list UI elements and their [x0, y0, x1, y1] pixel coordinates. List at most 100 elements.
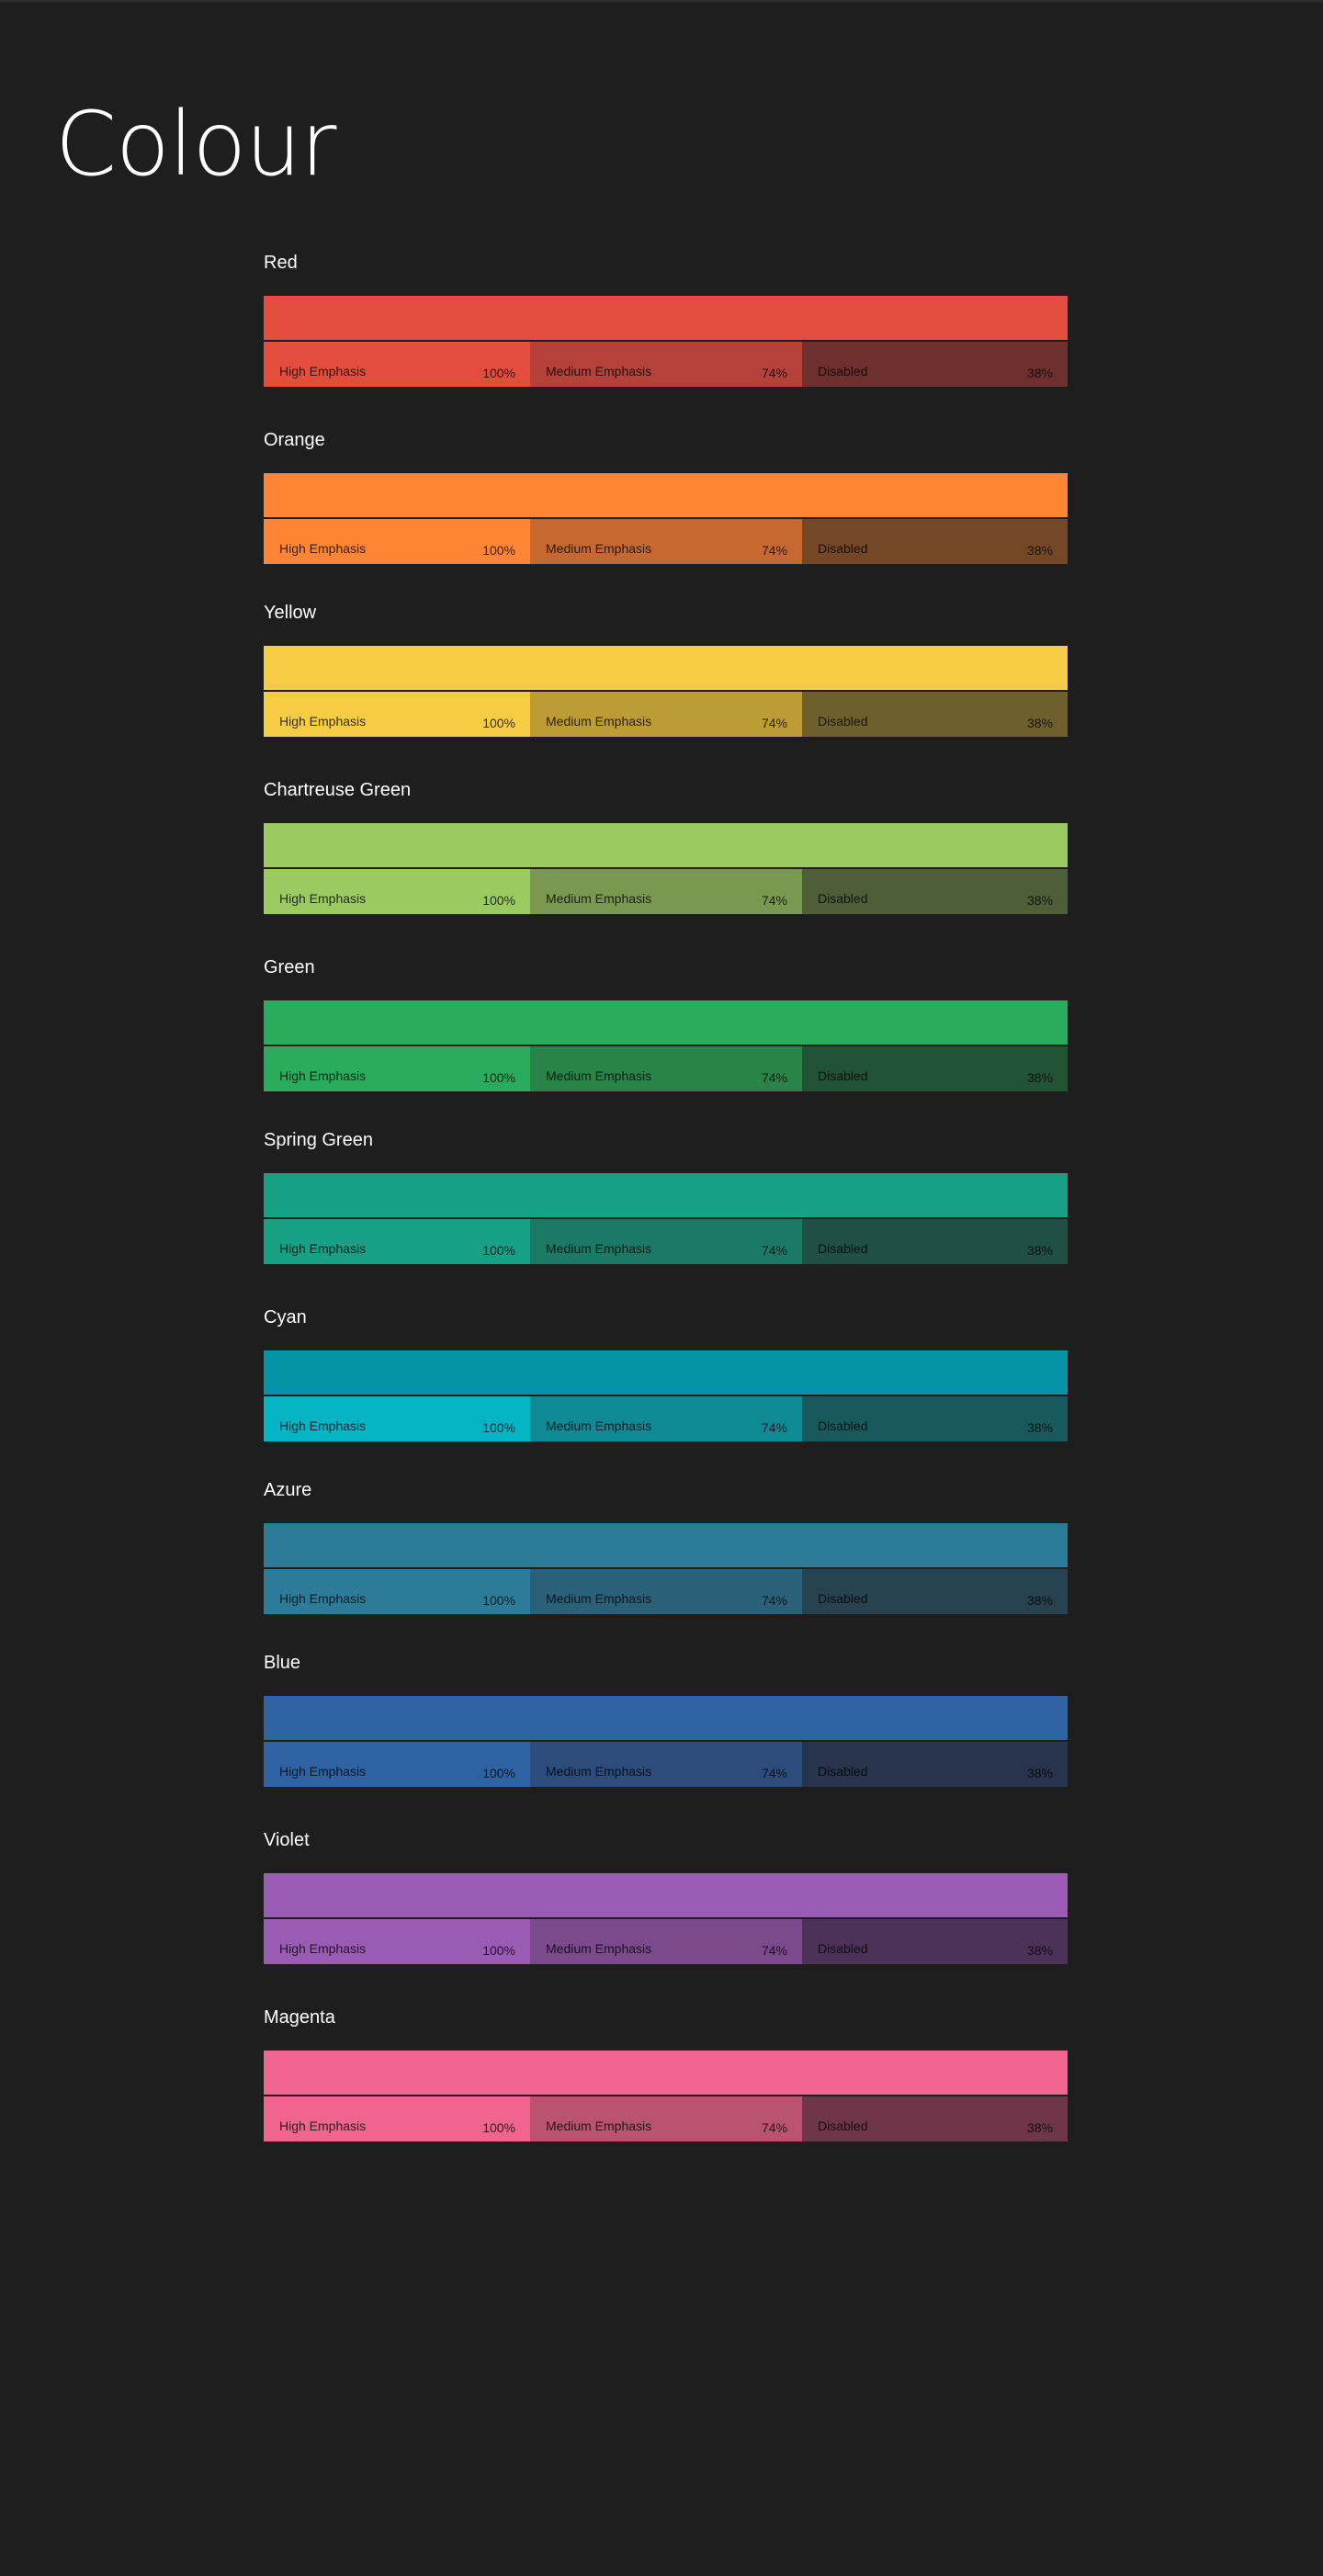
medium-emphasis-percent: 74%: [761, 543, 787, 558]
high-emphasis-percent: 100%: [482, 1766, 515, 1780]
tone-row: High Emphasis 100% Medium Emphasis 74% Disab…: [264, 1046, 1068, 1091]
high-emphasis-percent: 100%: [482, 2120, 515, 2135]
color-section-red: Red High Emphasis 100% Medium Emphasis 74% Di…: [264, 252, 1068, 387]
color-name: Magenta: [264, 2007, 335, 2028]
medium-emphasis-percent: 74%: [761, 716, 787, 730]
color-section-orange: Orange High Emphasis 100% Medium Emphasis 74…: [264, 429, 1068, 564]
disabled-label: Disabled: [818, 1764, 868, 1779]
color-name: Yellow: [264, 603, 317, 623]
base-swatch-red: [264, 296, 1068, 340]
high-emphasis-label: High Emphasis: [279, 1941, 367, 1956]
high-emphasis-swatch: High Emphasis 100%: [264, 1742, 530, 1787]
color-name: Green: [264, 957, 315, 977]
high-emphasis-swatch: High Emphasis 100%: [264, 1046, 530, 1091]
disabled-percent: 38%: [1026, 366, 1053, 380]
disabled-label: Disabled: [818, 1941, 868, 1956]
disabled-swatch: Disabled 38%: [802, 1919, 1068, 1964]
high-emphasis-percent: 100%: [482, 893, 515, 908]
disabled-swatch: Disabled 38%: [802, 2096, 1068, 2141]
disabled-label: Disabled: [818, 1241, 868, 1256]
high-emphasis-percent: 100%: [482, 1420, 515, 1435]
medium-emphasis-percent: 74%: [761, 366, 787, 380]
disabled-swatch: Disabled 38%: [802, 1742, 1068, 1787]
color-section-magenta: Magenta High Emphasis 100% Medium Emphasis 7…: [264, 2006, 1068, 2141]
base-swatch-magenta: [264, 2051, 1068, 2095]
high-emphasis-percent: 100%: [482, 366, 515, 380]
disabled-label: Disabled: [818, 1591, 868, 1606]
medium-emphasis-label: Medium Emphasis: [546, 1591, 652, 1606]
medium-emphasis-percent: 74%: [761, 1243, 787, 1258]
color-name: Red: [264, 253, 298, 273]
disabled-label: Disabled: [818, 714, 868, 729]
tone-row: High Emphasis 100% Medium Emphasis 74% Disab…: [264, 1219, 1068, 1264]
color-section-chartreuse-green: Chartreuse Green High Emphasis 100% Medium …: [264, 779, 1068, 914]
base-swatch-chartreuse-green: [264, 823, 1068, 867]
medium-emphasis-label: Medium Emphasis: [546, 1764, 652, 1779]
tone-row: High Emphasis 100% Medium Emphasis 74% Disab…: [264, 1396, 1068, 1441]
tone-row: High Emphasis 100% Medium Emphasis 74% Disab…: [264, 342, 1068, 387]
disabled-swatch: Disabled 38%: [802, 342, 1068, 387]
disabled-percent: 38%: [1026, 1420, 1053, 1435]
high-emphasis-percent: 100%: [482, 1243, 515, 1258]
medium-emphasis-label: Medium Emphasis: [546, 541, 652, 556]
disabled-swatch: Disabled 38%: [802, 1219, 1068, 1264]
color-name: Chartreuse Green: [264, 780, 412, 800]
high-emphasis-swatch: High Emphasis 100%: [264, 1919, 530, 1964]
medium-emphasis-percent: 74%: [761, 1070, 787, 1085]
tone-row: High Emphasis 100% Medium Emphasis 74% Disab…: [264, 519, 1068, 564]
color-name: Violet: [264, 1830, 310, 1850]
disabled-label: Disabled: [818, 364, 868, 378]
medium-emphasis-label: Medium Emphasis: [546, 1941, 652, 1956]
medium-emphasis-percent: 74%: [761, 2120, 787, 2135]
disabled-percent: 38%: [1026, 1943, 1053, 1958]
disabled-percent: 38%: [1026, 1766, 1053, 1780]
high-emphasis-swatch: High Emphasis 100%: [264, 692, 530, 737]
disabled-label: Disabled: [818, 1068, 868, 1083]
color-section-yellow: Yellow High Emphasis 100% Medium Emphasis 74…: [264, 602, 1068, 737]
medium-emphasis-swatch: Medium Emphasis 74%: [530, 1396, 802, 1441]
high-emphasis-swatch: High Emphasis 100%: [264, 519, 530, 564]
base-swatch-cyan: [264, 1350, 1068, 1395]
high-emphasis-swatch: High Emphasis 100%: [264, 869, 530, 914]
medium-emphasis-swatch: Medium Emphasis 74%: [530, 519, 802, 564]
color-name: Blue: [264, 1653, 301, 1673]
tone-row: High Emphasis 100% Medium Emphasis 74% Disab…: [264, 692, 1068, 737]
disabled-label: Disabled: [818, 891, 868, 906]
medium-emphasis-label: Medium Emphasis: [546, 891, 652, 906]
disabled-percent: 38%: [1026, 716, 1053, 730]
base-swatch-violet: [264, 1873, 1068, 1917]
color-palette: Red High Emphasis 100% Medium Emphasis 74% Di…: [264, 252, 1068, 2184]
disabled-percent: 38%: [1026, 1070, 1053, 1085]
disabled-label: Disabled: [818, 1418, 868, 1433]
disabled-swatch: Disabled 38%: [802, 1396, 1068, 1441]
medium-emphasis-label: Medium Emphasis: [546, 714, 652, 729]
disabled-swatch: Disabled 38%: [802, 1046, 1068, 1091]
disabled-swatch: Disabled 38%: [802, 692, 1068, 737]
high-emphasis-percent: 100%: [482, 1943, 515, 1958]
base-swatch-yellow: [264, 646, 1068, 690]
high-emphasis-label: High Emphasis: [279, 1068, 367, 1083]
high-emphasis-label: High Emphasis: [279, 364, 367, 378]
high-emphasis-swatch: High Emphasis 100%: [264, 2096, 530, 2141]
high-emphasis-label: High Emphasis: [279, 1241, 367, 1256]
disabled-swatch: Disabled 38%: [802, 869, 1068, 914]
tone-row: High Emphasis 100% Medium Emphasis 74% Disab…: [264, 1919, 1068, 1964]
high-emphasis-percent: 100%: [482, 1593, 515, 1608]
disabled-swatch: Disabled 38%: [802, 519, 1068, 564]
medium-emphasis-swatch: Medium Emphasis 74%: [530, 1919, 802, 1964]
tone-row: High Emphasis 100% Medium Emphasis 74% Disab…: [264, 1569, 1068, 1614]
high-emphasis-label: High Emphasis: [279, 541, 367, 556]
medium-emphasis-percent: 74%: [761, 1943, 787, 1958]
color-section-spring-green: Spring Green High Emphasis 100% Medium Emph…: [264, 1129, 1068, 1264]
medium-emphasis-label: Medium Emphasis: [546, 364, 652, 378]
medium-emphasis-percent: 74%: [761, 893, 787, 908]
medium-emphasis-label: Medium Emphasis: [546, 1241, 652, 1256]
medium-emphasis-percent: 74%: [761, 1593, 787, 1608]
high-emphasis-percent: 100%: [482, 1070, 515, 1085]
top-divider: [0, 0, 1323, 2]
medium-emphasis-swatch: Medium Emphasis 74%: [530, 869, 802, 914]
high-emphasis-label: High Emphasis: [279, 1418, 367, 1433]
disabled-swatch: Disabled 38%: [802, 1569, 1068, 1614]
medium-emphasis-swatch: Medium Emphasis 74%: [530, 1569, 802, 1614]
base-swatch-green: [264, 1000, 1068, 1045]
